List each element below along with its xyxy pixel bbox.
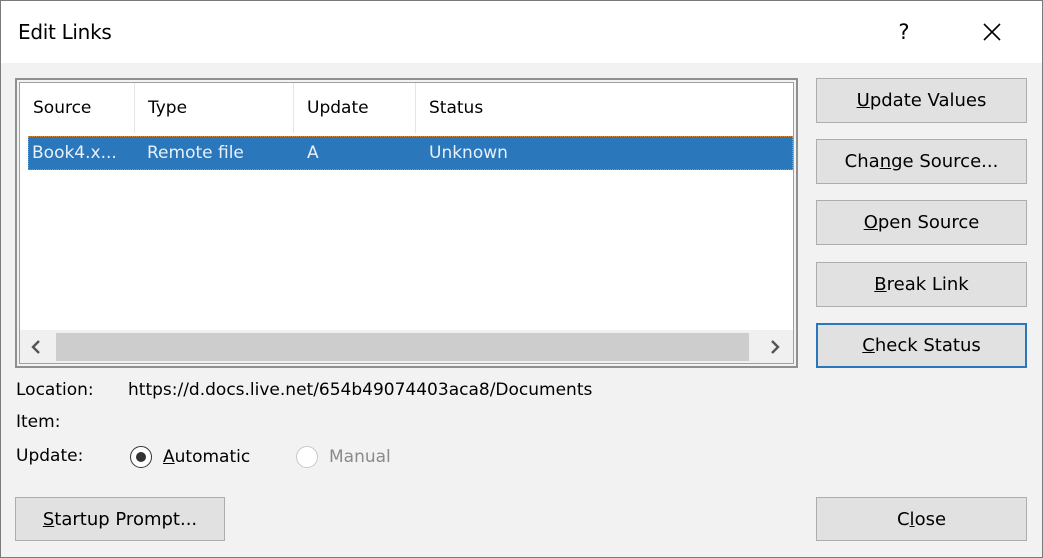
cell-type: Remote file <box>147 143 244 163</box>
column-header-status[interactable]: Status <box>416 83 793 133</box>
column-header-type[interactable]: Type <box>135 83 294 133</box>
help-button[interactable]: ? <box>881 11 927 53</box>
dialog-title: Edit Links <box>18 20 112 44</box>
close-x-icon <box>983 23 1001 41</box>
location-label: Location: <box>16 380 94 400</box>
break-link-button[interactable]: Break Link <box>816 262 1027 307</box>
cell-source: Book4.x... <box>32 143 117 163</box>
close-button[interactable]: Cl ose <box>816 497 1027 541</box>
manual-radio-label[interactable]: Manual <box>329 447 391 467</box>
item-label: Item: <box>16 412 61 432</box>
cell-status: Unknown <box>429 143 508 163</box>
column-header-update[interactable]: Update <box>294 83 416 133</box>
update-label: Update: <box>16 446 84 466</box>
links-list[interactable]: Source Type Update Status Book4.x... Rem… <box>15 78 798 368</box>
column-header-source[interactable]: Source <box>20 83 135 133</box>
cell-update: A <box>307 143 319 163</box>
startup-prompt-button[interactable]: Startup Prompt... <box>15 497 225 541</box>
table-row[interactable]: Book4.x... Remote file A Unknown <box>28 136 793 170</box>
edit-links-dialog: Edit Links ? Source Type Update Status B… <box>0 0 1043 558</box>
automatic-radio[interactable] <box>130 446 152 468</box>
title-bar: Edit Links ? <box>1 1 1042 63</box>
manual-radio[interactable] <box>296 446 318 468</box>
change-source-button[interactable]: Cha n ge Source... <box>816 139 1027 184</box>
list-header: Source Type Update Status <box>20 83 793 133</box>
automatic-radio-label[interactable]: Automatic <box>163 447 250 467</box>
scroll-right-icon[interactable] <box>761 330 789 363</box>
check-status-button[interactable]: Check Status <box>816 323 1027 368</box>
scroll-thumb[interactable] <box>56 333 749 361</box>
open-source-button[interactable]: Open Source <box>816 200 1027 245</box>
scroll-left-icon[interactable] <box>22 330 50 363</box>
horizontal-scrollbar[interactable] <box>20 329 793 363</box>
location-value: https://d.docs.live.net/654b49074403aca8… <box>128 380 593 400</box>
update-values-button[interactable]: Update Values <box>816 78 1027 123</box>
close-window-button[interactable] <box>969 11 1015 53</box>
